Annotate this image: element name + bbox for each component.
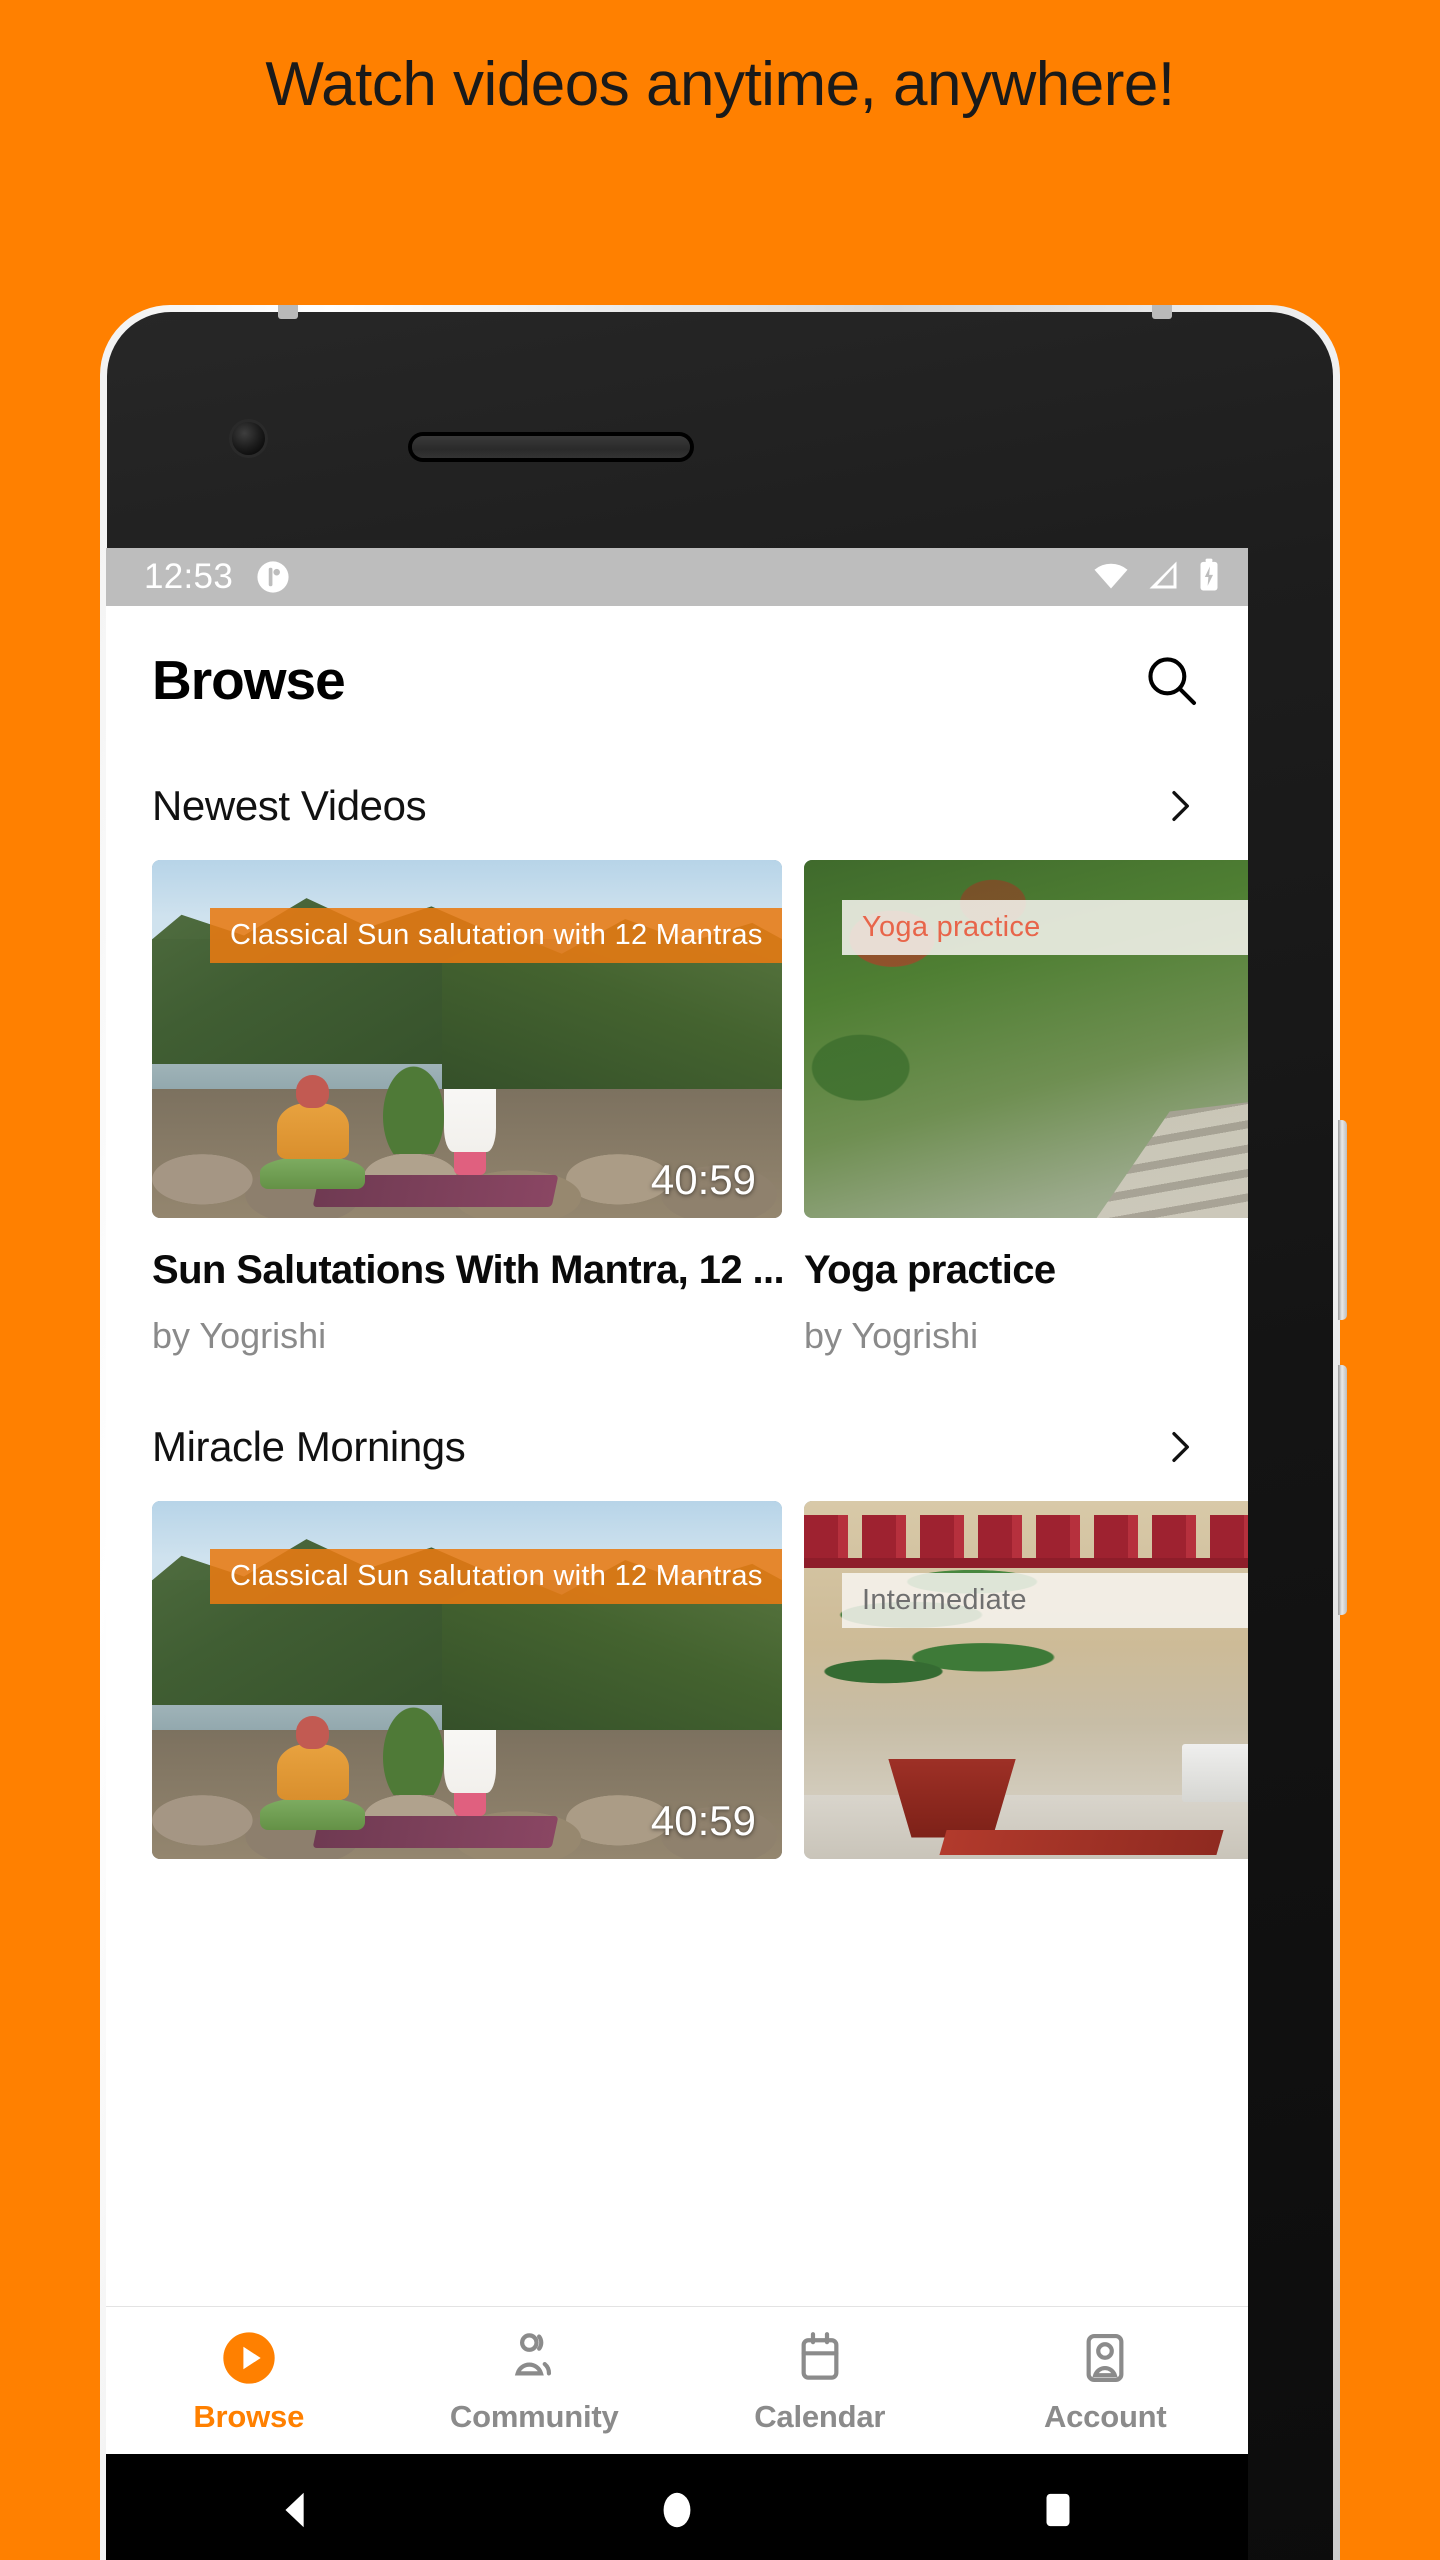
android-nav-bar	[106, 2454, 1248, 2560]
calendar-icon	[792, 2327, 848, 2389]
status-bar: 12:53	[106, 548, 1248, 606]
earpiece-speaker	[412, 436, 690, 458]
tab-label: Account	[1043, 2398, 1167, 2434]
bottom-tab-bar: Browse Community Calendar Account	[106, 2306, 1248, 2454]
video-thumbnail[interactable]: Classical Sun salutation with 12 Mantras…	[152, 860, 782, 1218]
tab-calendar[interactable]: Calendar	[677, 2327, 963, 2435]
video-author: by Yogrishi	[804, 1315, 979, 1356]
app-header: Browse	[106, 606, 1248, 754]
video-thumbnail[interactable]: Classical Sun salutation with 12 Mantras…	[152, 1501, 782, 1859]
wifi-full-icon	[1092, 560, 1130, 595]
video-carousel[interactable]: Classical Sun salutation with 12 Mantras…	[106, 1501, 1248, 1859]
search-icon[interactable]	[1134, 643, 1208, 717]
phone-screen: 12:53 Browse Newest Videos Classical Sun…	[106, 548, 1248, 2454]
video-card[interactable]: Intermediate	[804, 1501, 1248, 1859]
video-author: by Yogrishi	[152, 1315, 327, 1356]
video-carousel[interactable]: Classical Sun salutation with 12 Mantras…	[106, 860, 1248, 1357]
thumbnail-art	[804, 1501, 1248, 1859]
antenna-nub-left	[278, 305, 298, 319]
video-badge: Intermediate	[842, 1573, 1248, 1628]
status-time: 12:53	[144, 557, 234, 596]
chevron-right-icon[interactable]	[1156, 783, 1202, 829]
video-badge: Classical Sun salutation with 12 Mantras	[210, 1549, 782, 1604]
video-duration: 40:59	[650, 1156, 756, 1203]
video-title: Yoga practice	[804, 1248, 1056, 1292]
section-header[interactable]: Newest Videos	[106, 754, 1248, 860]
tab-label: Community	[449, 2398, 619, 2434]
video-badge: Yoga practice	[842, 900, 1248, 955]
back-triangle-icon[interactable]	[236, 2475, 356, 2545]
section-title: Miracle Mornings	[152, 1423, 466, 1470]
power-button[interactable]	[1338, 1365, 1347, 1615]
cellular-signal-icon	[1146, 560, 1180, 595]
video-thumbnail[interactable]: Yoga practice	[804, 860, 1248, 1218]
recents-square-icon[interactable]	[998, 2475, 1118, 2545]
app-notification-icon	[255, 559, 291, 595]
section-header[interactable]: Miracle Mornings	[106, 1395, 1248, 1501]
tab-browse[interactable]: Browse	[106, 2327, 392, 2435]
front-camera-icon	[232, 422, 265, 455]
section-miracle-mornings: Miracle Mornings Classical Sun salutatio…	[106, 1395, 1248, 1859]
page-title: Browse	[152, 649, 346, 711]
chevron-right-icon[interactable]	[1156, 1424, 1202, 1470]
account-card-icon	[1077, 2327, 1133, 2389]
tab-community[interactable]: Community	[392, 2327, 678, 2435]
battery-charging-icon	[1196, 558, 1222, 597]
home-circle-icon[interactable]	[617, 2475, 737, 2545]
section-title: Newest Videos	[152, 782, 427, 829]
video-badge: Classical Sun salutation with 12 Mantras	[210, 908, 782, 963]
play-circle-icon	[221, 2327, 277, 2389]
video-card[interactable]: Classical Sun salutation with 12 Mantras…	[152, 860, 782, 1357]
tab-label: Calendar	[754, 2398, 886, 2434]
people-icon	[506, 2327, 562, 2389]
video-title: Sun Salutations With Mantra, 12 ...	[152, 1248, 782, 1292]
video-card[interactable]: Classical Sun salutation with 12 Mantras…	[152, 1501, 782, 1859]
video-thumbnail[interactable]: Intermediate	[804, 1501, 1248, 1859]
volume-button[interactable]	[1338, 1120, 1347, 1320]
status-icons	[1092, 558, 1222, 597]
tab-label: Browse	[193, 2398, 305, 2434]
antenna-nub-right	[1152, 305, 1172, 319]
section-newest-videos: Newest Videos Classical Sun salutation w…	[106, 754, 1248, 1357]
phone-mockup: 12:53 Browse Newest Videos Classical Sun…	[100, 305, 1347, 2560]
video-card[interactable]: Yoga practice Yoga practice by Yogrishi	[804, 860, 1248, 1357]
video-duration: 40:59	[650, 1797, 756, 1844]
promo-headline: Watch videos anytime, anywhere!	[265, 50, 1175, 119]
tab-account[interactable]: Account	[963, 2327, 1249, 2435]
